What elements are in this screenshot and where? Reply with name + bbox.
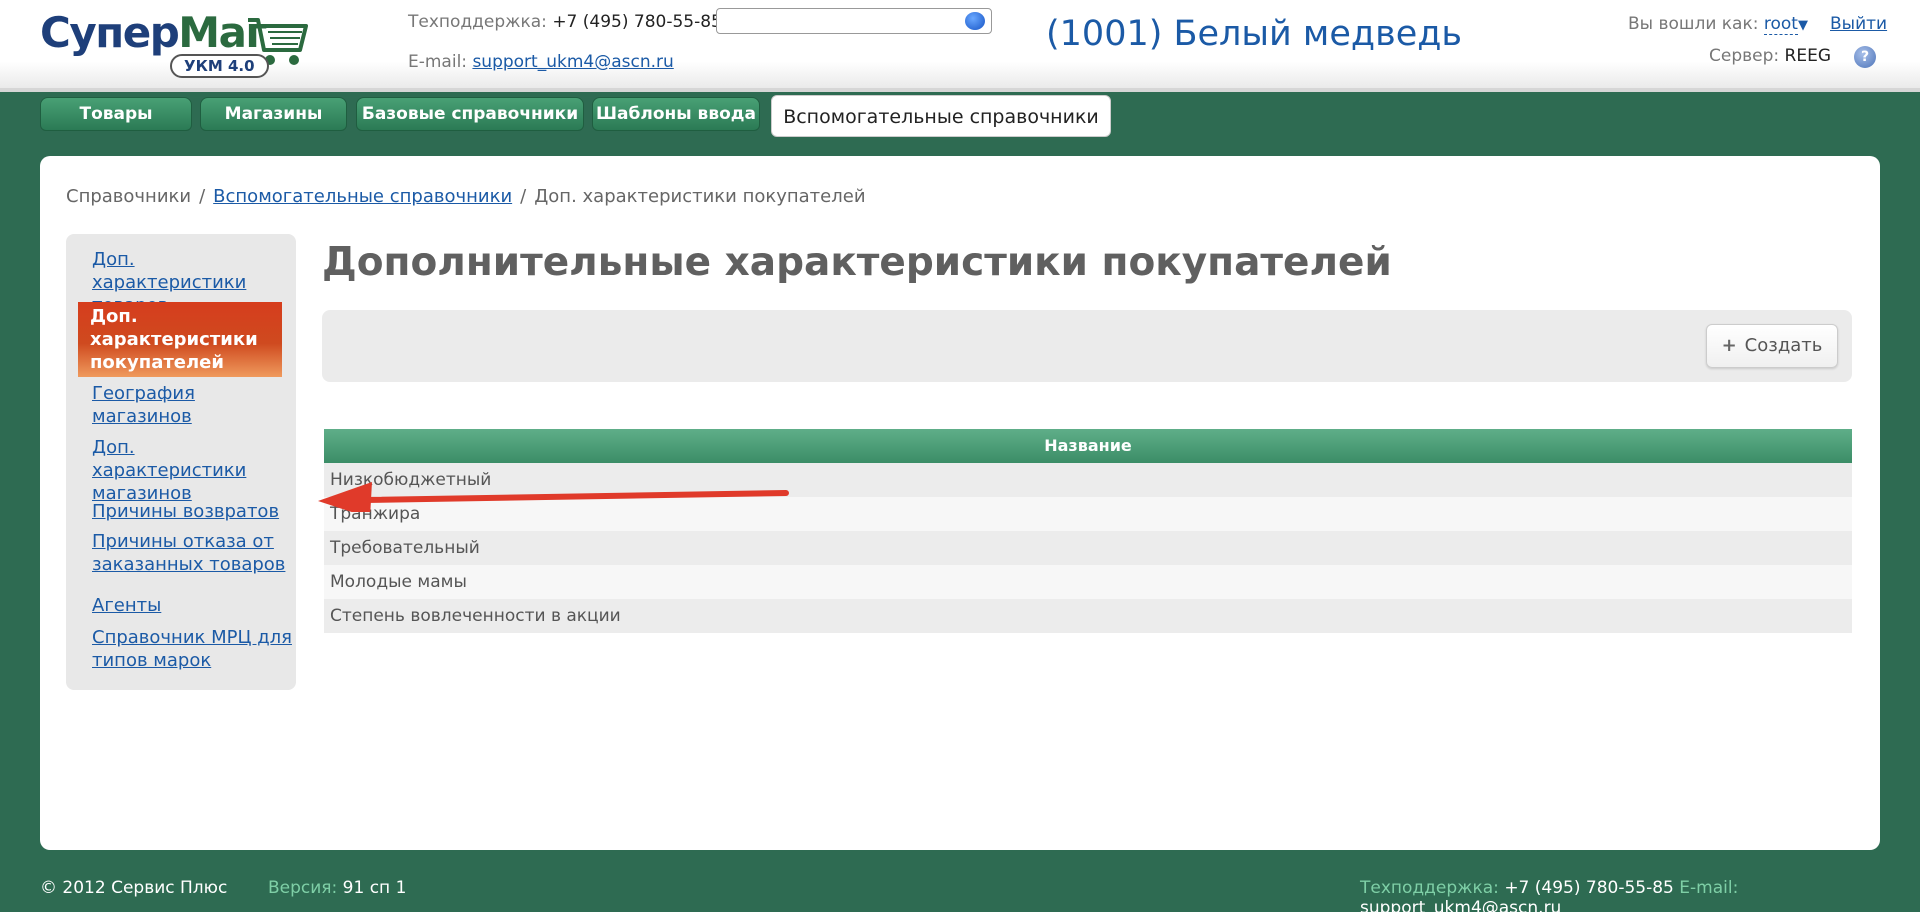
support-label: Техподдержка: (408, 12, 547, 32)
store-title: (1001) Белый медведь (1046, 14, 1463, 54)
data-grid: Название Низкобюджетный Транжира Требова… (324, 429, 1852, 633)
main-panel: Справочники / Вспомогательные справочники /… (40, 156, 1880, 850)
annotation-arrow (318, 482, 789, 512)
user-dropdown[interactable]: root (1763, 14, 1798, 35)
table-row[interactable]: Степень вовлеченности в акции (324, 599, 1852, 633)
support-phone: +7 (495) 780-55-85 (552, 12, 722, 32)
tab-base-references[interactable]: Базовые справочники (356, 97, 584, 131)
version-value: 91 сп 1 (342, 878, 407, 898)
sidebar-item-agents[interactable]: Агенты (92, 594, 292, 617)
header-support: Техподдержка: +7 (495) 780-55-85 (408, 12, 722, 32)
email-label: E-mail: (408, 52, 468, 72)
footer-copyright: © 2012 Сервис Плюс (40, 878, 228, 898)
create-button-label: Создать (1744, 335, 1823, 356)
breadcrumb-separator: / (520, 186, 527, 207)
tab-auxiliary-references[interactable]: Вспомогательные справочники (771, 95, 1111, 137)
page-title: Дополнительные характеристики покупателе… (322, 240, 1392, 285)
chevron-down-icon[interactable]: ▼ (1798, 18, 1808, 33)
search-input[interactable] (721, 10, 961, 32)
header-email: E-mail: support_ukm4@ascn.ru (408, 52, 674, 72)
breadcrumb-root: Справочники (66, 186, 192, 207)
breadcrumb-separator: / (199, 186, 206, 207)
footer-email-label: E-mail: (1679, 878, 1739, 898)
footer-email-link[interactable]: support_ukm4@ascn.ru (1360, 898, 1561, 912)
footer-version: Версия: 91 сп 1 (268, 878, 406, 898)
table-row[interactable]: Требовательный (324, 531, 1852, 565)
footer-support-label: Техподдержка: (1360, 878, 1499, 898)
logged-in-label: Вы вошли как: (1628, 14, 1759, 34)
help-icon[interactable]: ? (1854, 46, 1876, 68)
tab-stores[interactable]: Магазины (200, 97, 347, 131)
breadcrumb-parent-link[interactable]: Вспомогательные справочники (213, 186, 512, 207)
footer-support: Техподдержка: +7 (495) 780-55-85 E-mail:… (1360, 878, 1920, 912)
table-row[interactable]: Молодые мамы (324, 565, 1852, 599)
version-label: Версия: (268, 878, 338, 898)
sidebar-item-store-characteristics[interactable]: Доп. характеристики магазинов (92, 436, 292, 505)
version-badge: УКМ 4.0 (170, 54, 269, 78)
server-value: REEG (1784, 46, 1831, 66)
tab-input-templates[interactable]: Шаблоны ввода (592, 97, 760, 131)
search-box (716, 8, 992, 34)
sidebar-item-store-geography[interactable]: География магазинов (92, 382, 292, 428)
app-header: СуперМаг УКМ 4.0 Техподдержка: +7 (495) … (0, 0, 1920, 92)
sidebar-item-customer-characteristics[interactable]: Доп. характеристики покупателей (78, 302, 282, 377)
footer-support-phone: +7 (495) 780-55-85 (1504, 878, 1674, 898)
create-button[interactable]: + Создать (1706, 324, 1838, 368)
search-icon[interactable] (965, 12, 985, 30)
tab-goods[interactable]: Товары (40, 97, 192, 131)
sidebar-item-return-reasons[interactable]: Причины возвратов (92, 500, 292, 523)
breadcrumb-current: Доп. характеристики покупателей (534, 186, 866, 207)
plus-icon: + (1721, 335, 1737, 356)
supermag-logo[interactable]: СуперМаг УКМ 4.0 (40, 8, 320, 82)
sidebar-item-order-refusal-reasons[interactable]: Причины отказа от заказанных товаров (92, 530, 292, 576)
sidebar-item-mrc-reference[interactable]: Справочник МРЦ для типов марок (92, 626, 292, 672)
server-info: Сервер: REEG (1709, 46, 1831, 66)
column-header-name[interactable]: Название (324, 429, 1852, 463)
breadcrumb: Справочники / Вспомогательные справочники /… (66, 186, 866, 207)
logo-text: СуперМаг (40, 8, 267, 57)
user-info: Вы вошли как: root▼ (1628, 14, 1808, 35)
sidebar: Доп. характеристики товаров Доп. характе… (66, 234, 296, 690)
logout-link[interactable]: Выйти (1830, 14, 1887, 34)
toolbar: + Создать (322, 310, 1852, 382)
email-link[interactable]: support_ukm4@ascn.ru (472, 52, 673, 72)
server-label: Сервер: (1709, 46, 1780, 66)
